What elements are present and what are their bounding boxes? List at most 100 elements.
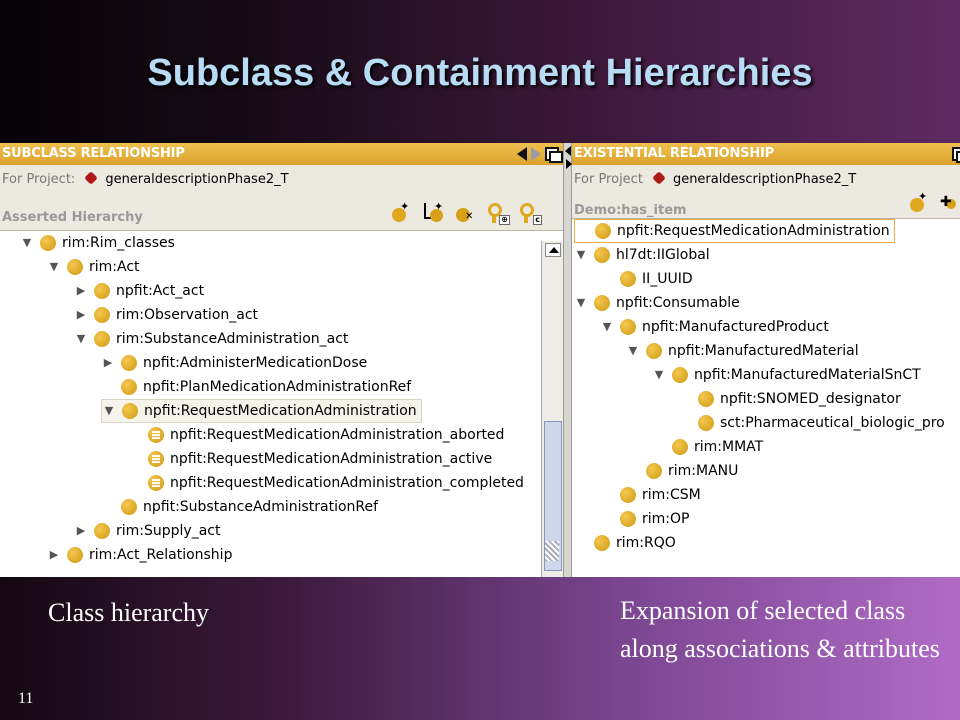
tree-node-label: rim:Act xyxy=(89,259,140,275)
class-icon xyxy=(698,391,714,407)
expand-toggle-icon[interactable]: ▼ xyxy=(652,363,666,387)
tree-node-label: npfit:AdministerMedicationDose xyxy=(143,355,368,371)
tree-node[interactable]: II_UUID xyxy=(600,267,697,291)
collapse-toggle-icon[interactable]: ▶ xyxy=(74,519,88,543)
project-name: generaldescriptionPhase2_T xyxy=(105,172,289,187)
add-superclass-key-icon[interactable]: ⊕ xyxy=(486,201,510,225)
class-icon xyxy=(67,259,83,275)
create-sibling-icon[interactable]: ✦ xyxy=(422,201,444,223)
tree-node[interactable]: npfit:RequestMedicationAdministration_ab… xyxy=(128,423,508,447)
tree-node[interactable]: ▶ rim:Supply_act xyxy=(74,519,224,543)
expand-toggle-icon[interactable]: ▼ xyxy=(600,315,614,339)
tree-node[interactable]: ▼ rim:SubstanceAdministration_act xyxy=(74,327,352,351)
tree-node-label: npfit:RequestMedicationAdministration xyxy=(144,403,417,419)
project-icon xyxy=(84,171,99,185)
tree-node-label: npfit:RequestMedicationAdministration xyxy=(617,223,890,239)
tree-node-label: rim:SubstanceAdministration_act xyxy=(116,331,349,347)
hierarchy-label: Asserted Hierarchy xyxy=(2,210,143,225)
class-icon xyxy=(698,415,714,431)
slide-title: Subclass & Containment Hierarchies xyxy=(147,52,813,94)
project-label: For Project: xyxy=(2,172,76,187)
tree-node[interactable]: rim:CSM xyxy=(600,483,705,507)
class-icon xyxy=(40,235,56,251)
tree-node-label: rim:Rim_classes xyxy=(62,235,175,251)
expand-toggle-icon[interactable]: ▼ xyxy=(74,327,88,351)
tree-node-label: sct:Pharmaceutical_biologic_pro xyxy=(720,415,945,431)
remove-superclass-key-icon[interactable]: c xyxy=(518,201,542,225)
project-icon xyxy=(652,171,666,185)
tree-node[interactable]: npfit:SubstanceAdministrationRef xyxy=(101,495,382,519)
collapse-left-icon[interactable] xyxy=(565,146,571,156)
tree-node[interactable]: ▼ rim:Act xyxy=(47,255,144,279)
tree-node-label: npfit:RequestMedicationAdministration_co… xyxy=(170,475,524,491)
tree-node-label: npfit:Act_act xyxy=(116,283,205,299)
expand-toggle-icon[interactable]: ▼ xyxy=(20,231,34,255)
collapse-toggle-icon[interactable]: ▶ xyxy=(101,351,115,375)
class-icon xyxy=(121,355,137,371)
collapse-toggle-icon[interactable]: ▶ xyxy=(74,279,88,303)
tree-node[interactable]: rim:MMAT xyxy=(652,435,767,459)
enum-class-icon xyxy=(148,451,164,467)
forward-arrow-icon[interactable] xyxy=(531,147,541,161)
delete-class-icon[interactable]: ✕ xyxy=(454,201,476,223)
vertical-scrollbar[interactable] xyxy=(541,241,563,577)
add-restriction-icon[interactable]: ✚ xyxy=(940,191,960,213)
class-icon xyxy=(620,271,636,287)
tree-node-label: npfit:SubstanceAdministrationRef xyxy=(143,499,379,515)
tree-node-label: npfit:RequestMedicationAdministration_ab… xyxy=(170,427,505,443)
panel-header: SUBCLASS RELATIONSHIP xyxy=(0,143,563,165)
existential-relationship-panel: EXISTENTIAL RELATIONSHIP For Project gene… xyxy=(572,143,960,577)
tree-node[interactable]: ▶ rim:Observation_act xyxy=(74,303,262,327)
class-icon xyxy=(594,247,610,263)
tree-node[interactable]: npfit:RequestMedicationAdministration_co… xyxy=(128,471,528,495)
tree-node[interactable]: ▼ npfit:Consumable xyxy=(574,291,744,315)
class-icon xyxy=(121,379,137,395)
scroll-grip-icon xyxy=(545,541,559,561)
tree-node-label: npfit:ManufacturedMaterial xyxy=(668,343,859,359)
tree-node[interactable]: ▼ rim:Rim_classes xyxy=(20,231,179,255)
restore-window-icon[interactable] xyxy=(952,147,960,163)
panel-header-label: EXISTENTIAL RELATIONSHIP xyxy=(574,146,774,161)
create-subclass-icon[interactable]: ✦ xyxy=(390,201,412,223)
expand-toggle-icon[interactable]: ▼ xyxy=(47,255,61,279)
tree-node[interactable]: npfit:PlanMedicationAdministrationRef xyxy=(101,375,415,399)
collapse-toggle-icon[interactable]: ▶ xyxy=(74,303,88,327)
tree-node[interactable]: npfit:SNOMED_designator xyxy=(678,387,905,411)
expand-toggle-icon[interactable]: ▼ xyxy=(102,399,116,423)
tree-node[interactable]: ▶ npfit:AdministerMedicationDose xyxy=(101,351,371,375)
split-pane-divider[interactable] xyxy=(563,143,572,577)
tree-node[interactable]: ▼ npfit:ManufacturedProduct xyxy=(600,315,833,339)
collapse-toggle-icon[interactable]: ▶ xyxy=(47,543,61,567)
restore-window-icon[interactable] xyxy=(545,147,563,163)
tree-node[interactable]: sct:Pharmaceutical_biologic_pro xyxy=(678,411,949,435)
tree-node[interactable]: rim:MANU xyxy=(626,459,742,483)
back-arrow-icon[interactable] xyxy=(517,147,527,161)
expand-toggle-icon[interactable]: ▼ xyxy=(574,291,588,315)
hierarchy-toolbar: Asserted Hierarchy ✦ ✦ ✕ ⊕ c xyxy=(0,195,563,231)
tree-node[interactable]: ▼ npfit:RequestMedicationAdministration xyxy=(101,399,422,423)
tree-node[interactable]: ▶ npfit:Act_act xyxy=(74,279,208,303)
project-label: For Project xyxy=(574,172,643,187)
panel-header-label: SUBCLASS RELATIONSHIP xyxy=(2,146,185,161)
project-name: generaldescriptionPhase2_T xyxy=(672,172,857,187)
tree-node-label: npfit:Consumable xyxy=(616,295,740,311)
tree-node[interactable]: ▼ npfit:ManufacturedMaterialSnCT xyxy=(652,363,925,387)
tree-node-label: npfit:SNOMED_designator xyxy=(720,391,901,407)
expand-toggle-icon[interactable]: ▼ xyxy=(574,243,588,267)
tree-node[interactable]: npfit:RequestMedicationAdministration_ac… xyxy=(128,447,496,471)
tree-node[interactable]: ▼ npfit:ManufacturedMaterial xyxy=(626,339,863,363)
expand-toggle-icon[interactable]: ▼ xyxy=(626,339,640,363)
create-class-icon[interactable]: ✦ xyxy=(908,191,930,213)
class-icon xyxy=(121,499,137,515)
scroll-up-button[interactable] xyxy=(545,243,561,257)
relation-label: Demo:has_item xyxy=(574,203,687,218)
enum-class-icon xyxy=(148,427,164,443)
class-icon xyxy=(646,463,662,479)
tree-node[interactable]: rim:OP xyxy=(600,507,693,531)
class-icon xyxy=(67,547,83,563)
tree-node[interactable]: ▼ hl7dt:IIGlobal xyxy=(574,243,714,267)
tree-node[interactable]: ▶ rim:Act_Relationship xyxy=(47,543,236,567)
tree-node[interactable]: npfit:RequestMedicationAdministration xyxy=(574,219,895,243)
tree-node[interactable]: rim:RQO xyxy=(574,531,680,555)
tree-node-label: rim:CSM xyxy=(642,487,701,503)
